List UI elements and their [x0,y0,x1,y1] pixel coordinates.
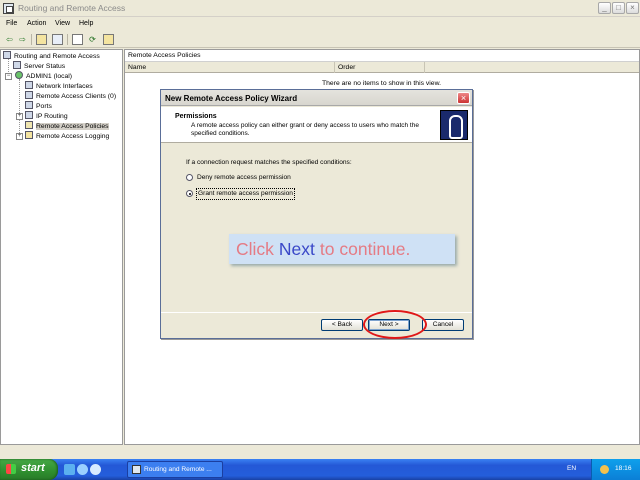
tree-item-network-interfaces[interactable]: Network Interfaces [25,81,93,91]
forward-arrow-icon[interactable]: ⇨ [17,34,28,45]
export-list-icon[interactable] [103,34,114,45]
instruction-callout: Click Next to continue. [229,234,455,264]
app-icon [3,3,14,14]
logging-folder-icon [25,131,33,139]
close-button[interactable]: × [626,2,639,14]
back-button[interactable]: < Back [321,319,363,331]
details-pane-header: Remote Access Policies [125,50,639,62]
show-hide-tree-icon[interactable] [52,34,63,45]
next-highlight-ring [363,310,427,339]
condition-prompt: If a connection request matches the spec… [186,159,352,166]
taskbar-item-routing[interactable]: Routing and Remote ... [127,461,223,478]
empty-list-message: There are no items to show in this view. [322,80,441,87]
grant-radio[interactable] [186,190,193,197]
server-up-icon [15,71,23,79]
toolbar-separator [67,34,68,45]
dialog-separator [161,312,472,313]
toolbar-separator [31,34,32,45]
callout-text-click: Click [236,239,274,259]
tree-item-remote-access-clients[interactable]: Remote Access Clients (0) [25,91,116,101]
properties-icon[interactable] [72,34,83,45]
policy-lock-icon [440,110,468,140]
callout-text-next: Next [278,239,315,259]
start-label: start [21,462,45,474]
clients-icon [25,91,33,99]
collapse-icon[interactable]: − [5,73,12,80]
minimize-button[interactable]: _ [598,2,611,14]
menu-help[interactable]: Help [79,20,93,27]
toolbar: ⇦ ⇨ ⟳ [0,32,640,48]
show-desktop-icon[interactable] [64,464,75,475]
internet-explorer-icon[interactable] [90,464,101,475]
server-status-icon [13,61,21,69]
taskbar: start Routing and Remote ... EN 18:16 [0,459,640,480]
maximize-button[interactable]: □ [612,2,625,14]
network-interfaces-icon [25,81,33,89]
cancel-button[interactable]: Cancel [422,319,464,331]
wizard-banner: Permissions A remote access policy can e… [161,107,472,143]
wizard-description: A remote access policy can either grant … [191,122,419,137]
dialog-title: New Remote Access Policy Wizard [165,94,298,103]
refresh-icon[interactable]: ⟳ [87,34,98,45]
callout-text-continue: to continue. [319,239,411,259]
tree-item-remote-access-policies[interactable]: Remote Access Policies [25,121,109,131]
grant-radio-label[interactable]: Grant remote access permission [196,188,295,200]
windows-flag-icon [6,464,16,474]
back-arrow-icon[interactable]: ⇦ [4,34,15,45]
up-folder-icon[interactable] [36,34,47,45]
dialog-close-button[interactable]: × [457,92,470,104]
deny-radio[interactable] [186,174,193,181]
tree-item-ports[interactable]: Ports [25,101,52,111]
taskbar-item-label: Routing and Remote ... [144,466,212,473]
clock: 18:16 [615,465,632,472]
window-title: Routing and Remote Access [18,3,126,13]
ip-routing-icon [25,111,33,119]
tree-item-server-status[interactable]: Server Status [13,61,65,71]
expand-icon[interactable]: + [16,113,23,120]
tree-item-admin1[interactable]: ADMIN1 (local) [15,71,72,81]
dialog-titlebar[interactable]: New Remote Access Policy Wizard × [161,90,472,106]
deny-radio-label[interactable]: Deny remote access permission [197,173,291,183]
tree-item-ip-routing[interactable]: IP Routing [25,111,68,121]
window-titlebar[interactable]: Routing and Remote Access _ □ × [0,0,640,17]
server-icon [3,51,11,59]
wizard-heading: Permissions [175,113,217,120]
tree-item-remote-access-logging[interactable]: Remote Access Logging [25,131,109,141]
language-indicator[interactable]: EN [567,465,576,472]
expand-icon[interactable]: + [16,133,23,140]
column-order[interactable]: Order [335,62,425,73]
ports-icon [25,101,33,109]
menu-view[interactable]: View [55,20,70,27]
system-tray: 18:16 [591,459,640,480]
menu-action[interactable]: Action [27,20,46,27]
wizard-dialog: New Remote Access Policy Wizard × Permis… [160,89,473,339]
tray-network-icon[interactable] [600,465,609,474]
routing-app-icon [132,465,141,474]
menu-file[interactable]: File [6,20,17,27]
tree-item-root[interactable]: Routing and Remote Access [3,51,100,61]
policies-icon [25,121,33,129]
menu-bar: File Action View Help [0,18,640,31]
tree-line [19,79,20,137]
start-button[interactable]: start [0,459,58,480]
column-name[interactable]: Name [125,62,335,73]
console-tree: Routing and Remote Access Server Status … [0,49,123,445]
media-icon[interactable] [77,464,88,475]
column-headers: Name Order [125,62,639,73]
